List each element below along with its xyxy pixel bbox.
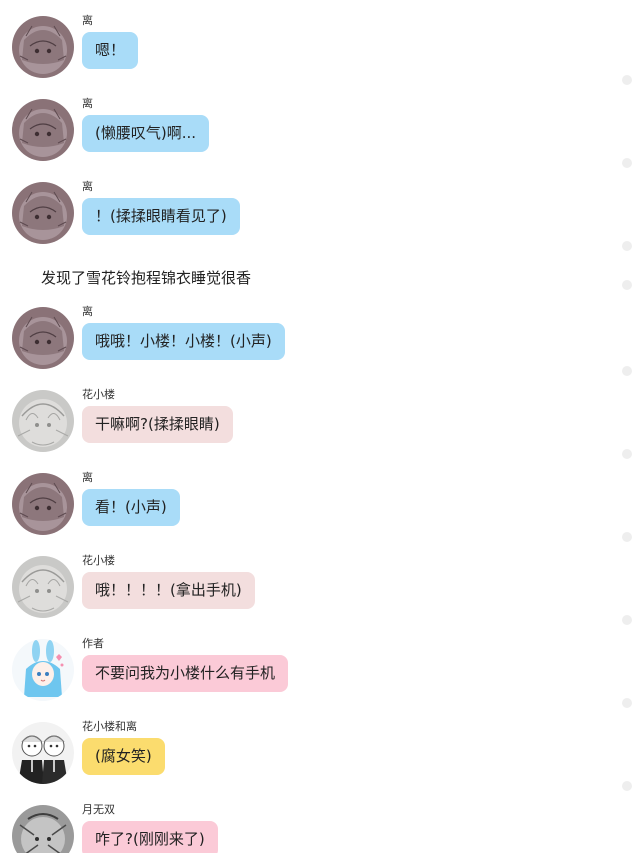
message-row: 作者 不要问我为小楼什么有手机 (0, 637, 640, 717)
message-row: 花小楼 哦！！！！(拿出手机) (0, 554, 640, 634)
message-row: 离 嗯！ (0, 14, 640, 94)
message-bubble[interactable]: ！(揉揉眼睛看见了) (82, 198, 240, 235)
sender-name: 离 (82, 471, 93, 484)
message-row: 月无双 咋了?(刚刚来了) (0, 803, 640, 853)
sketch-girl-dark-avatar-icon[interactable] (12, 473, 74, 535)
sender-name: 离 (82, 305, 93, 318)
message-row: 离 (懒腰叹气)啊... (0, 97, 640, 177)
indicator-dot (622, 280, 632, 290)
indicator-dot (622, 366, 632, 376)
indicator-dot (622, 532, 632, 542)
message-bubble[interactable]: 哦哦！小楼！小楼！(小声) (82, 323, 285, 360)
message-bubble[interactable]: 看！(小声) (82, 489, 180, 526)
message-bubble[interactable]: 不要问我为小楼什么有手机 (82, 655, 289, 692)
sender-name: 月无双 (82, 803, 115, 816)
sketch-girl-dark-avatar-icon[interactable] (12, 182, 74, 244)
indicator-dot (622, 158, 632, 168)
blue-bunny-girl-avatar-icon[interactable] (12, 639, 74, 701)
message-bubble[interactable]: 咋了?(刚刚来了) (82, 821, 218, 853)
sketch-girl-dark-avatar-icon[interactable] (12, 307, 74, 369)
message-bubble[interactable]: 嗯！ (82, 32, 139, 69)
sender-name: 花小楼 (82, 388, 115, 401)
sketch-girl-grey-avatar-icon[interactable] (12, 390, 74, 452)
sketch-girl-dark-avatar-icon[interactable] (12, 16, 74, 78)
sketch-mono-avatar-icon[interactable] (12, 805, 74, 853)
message-bubble[interactable]: (懒腰叹气)啊... (82, 115, 210, 152)
message-bubble[interactable]: (腐女笑) (82, 738, 165, 775)
two-characters-avatar-icon[interactable] (12, 722, 74, 784)
sender-name: 花小楼和离 (82, 720, 137, 733)
sender-name: 离 (82, 97, 93, 110)
sender-name: 花小楼 (82, 554, 115, 567)
chat-log: 离 嗯！ 离 (懒腰叹气)啊... 离 ！(揉揉眼睛看见了) 发现了雪花铃抱程锦… (0, 0, 640, 853)
indicator-dot (622, 781, 632, 791)
message-row: 花小楼 干嘛啊?(揉揉眼睛) (0, 388, 640, 468)
message-row: 花小楼和离 (腐女笑) (0, 720, 640, 800)
sketch-girl-grey-avatar-icon[interactable] (12, 556, 74, 618)
sender-name: 作者 (82, 637, 104, 650)
sender-name: 离 (82, 180, 93, 193)
indicator-dot (622, 615, 632, 625)
message-row: 离 哦哦！小楼！小楼！(小声) (0, 305, 640, 385)
indicator-dot (622, 449, 632, 459)
message-row: 离 看！(小声) (0, 471, 640, 551)
sketch-girl-dark-avatar-icon[interactable] (12, 99, 74, 161)
indicator-dot (622, 75, 632, 85)
sender-name: 离 (82, 14, 93, 27)
indicator-dot (622, 241, 632, 251)
message-bubble[interactable]: 干嘛啊?(揉揉眼睛) (82, 406, 233, 443)
message-row: 离 ！(揉揉眼睛看见了) (0, 180, 640, 260)
narration-text: 发现了雪花铃抱程锦衣睡觉很香 (41, 269, 252, 287)
indicator-dot (622, 698, 632, 708)
message-bubble[interactable]: 哦！！！！(拿出手机) (82, 572, 255, 609)
